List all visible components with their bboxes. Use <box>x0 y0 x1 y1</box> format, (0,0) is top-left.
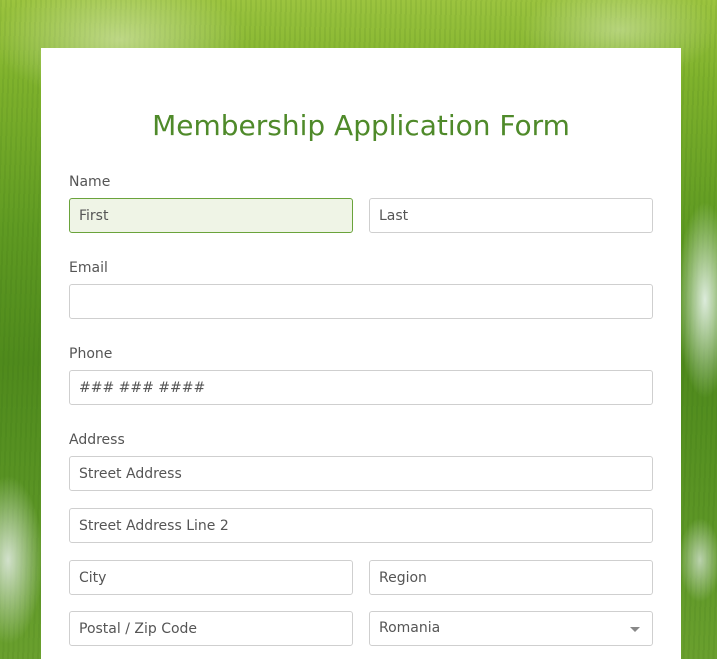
name-label: Name <box>69 174 111 190</box>
form-title: Membership Application Form <box>152 109 570 142</box>
chevron-down-icon <box>630 627 640 632</box>
first-name-input[interactable] <box>69 198 353 233</box>
membership-form-card: Membership Application Form Name Email P… <box>41 48 681 659</box>
phone-input[interactable] <box>69 370 653 405</box>
city-input[interactable] <box>69 560 353 595</box>
address-label: Address <box>69 432 125 448</box>
street-address-input[interactable] <box>69 456 653 491</box>
country-select-value: Romania <box>379 620 441 636</box>
email-label: Email <box>69 260 108 276</box>
country-select[interactable]: Romania <box>369 611 653 646</box>
last-name-input[interactable] <box>369 198 653 233</box>
phone-label: Phone <box>69 346 113 362</box>
email-input[interactable] <box>69 284 653 319</box>
street-address-line2-input[interactable] <box>69 508 653 543</box>
region-input[interactable] <box>369 560 653 595</box>
postal-code-input[interactable] <box>69 611 353 646</box>
